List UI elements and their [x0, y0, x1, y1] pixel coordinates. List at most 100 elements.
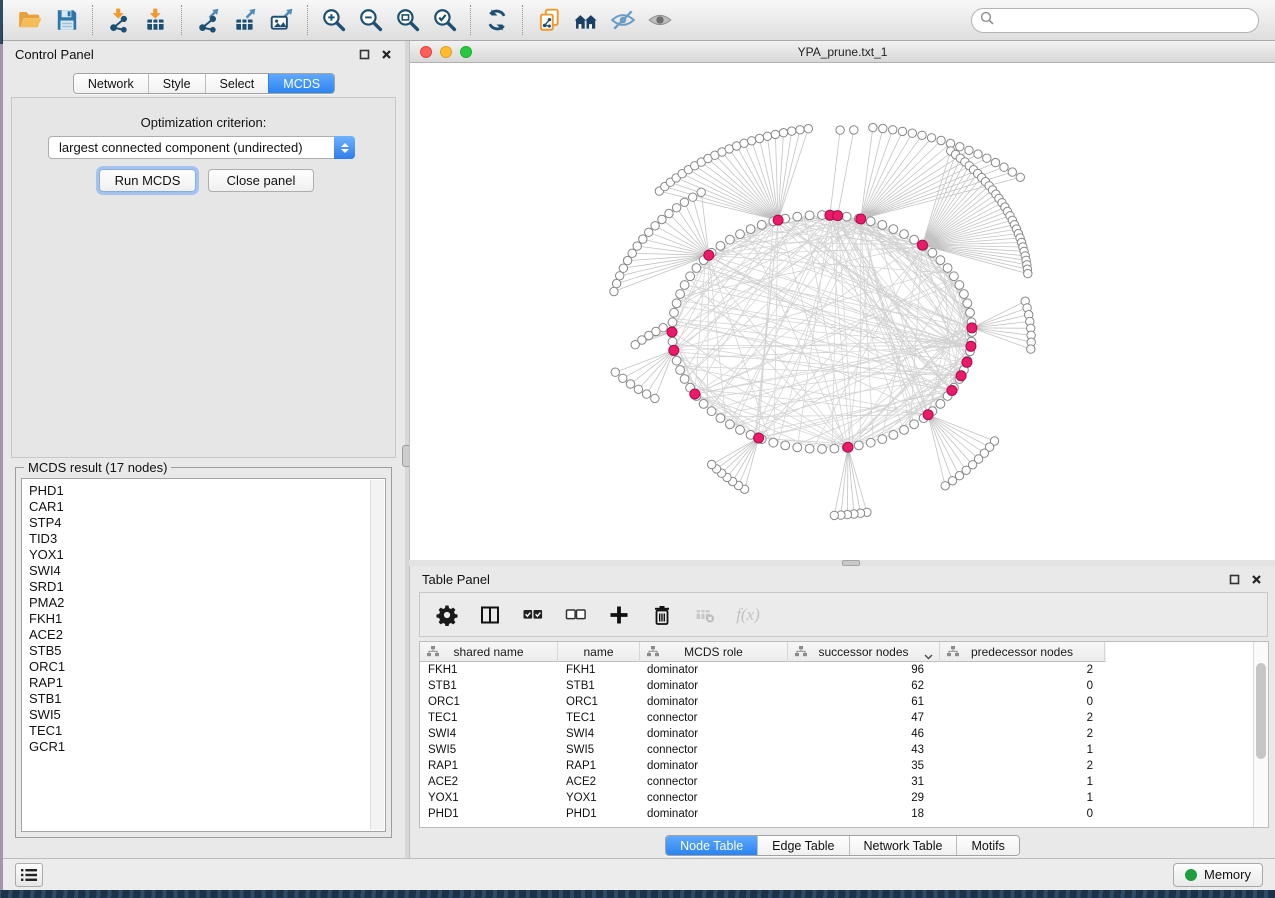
first-neighbors-icon[interactable] [567, 3, 604, 37]
table-row[interactable]: SWI5SWI5connector431 [420, 742, 1268, 758]
tab-style[interactable]: Style [148, 74, 205, 93]
copy-network-icon[interactable] [530, 3, 567, 37]
export-image-icon[interactable] [263, 3, 300, 37]
mcds-result-item[interactable]: SWI5 [29, 707, 385, 723]
columns-icon[interactable] [477, 602, 503, 628]
import-network-icon[interactable] [100, 3, 137, 37]
toolbar-separator [470, 5, 471, 35]
toolbar-separator [92, 5, 93, 35]
float-panel-icon[interactable] [357, 47, 371, 61]
mcds-list-scrollbar[interactable] [370, 480, 384, 830]
zoom-in-icon[interactable] [315, 3, 352, 37]
table-row[interactable]: FKH1FKH1dominator962 [420, 662, 1268, 678]
network-window-titlebar[interactable]: YPA_prune.txt_1 [410, 41, 1275, 63]
search-input[interactable] [994, 12, 1250, 28]
mcds-result-item[interactable]: STP4 [29, 515, 385, 531]
node-table[interactable]: shared namenameMCDS rolesuccessor nodesp… [419, 641, 1269, 828]
mcds-result-item[interactable]: YOX1 [29, 547, 385, 563]
mcds-result-item[interactable]: TEC1 [29, 723, 385, 739]
criterion-select[interactable]: largest connected component (undirected) [48, 136, 355, 159]
mcds-result-item[interactable]: ORC1 [29, 659, 385, 675]
select-all-icon[interactable] [520, 602, 546, 628]
cell-predecessors: 1 [940, 790, 1105, 806]
cell-role: connector [640, 710, 788, 726]
sort-chevron-icon [924, 649, 933, 663]
maximize-window-icon[interactable] [460, 46, 472, 58]
table-row[interactable]: SWI4SWI4dominator462 [420, 726, 1268, 742]
close-panel-button[interactable]: Close panel [208, 169, 314, 192]
mcds-result-item[interactable]: SWI4 [29, 563, 385, 579]
search-box[interactable] [971, 8, 1259, 33]
mcds-result-item[interactable]: STB1 [29, 691, 385, 707]
column-header-successor-nodes[interactable]: successor nodes [788, 642, 940, 662]
mcds-result-item[interactable]: CAR1 [29, 499, 385, 515]
minimize-window-icon[interactable] [440, 46, 452, 58]
zoom-out-icon[interactable] [352, 3, 389, 37]
table-row[interactable]: TEC1TEC1connector472 [420, 710, 1268, 726]
mcds-result-item[interactable]: GCR1 [29, 739, 385, 755]
close-panel-icon[interactable] [1249, 572, 1263, 586]
table-scrollbar[interactable] [1253, 642, 1268, 827]
delete-rows-icon[interactable] [649, 602, 675, 628]
tab-network[interactable]: Network [74, 74, 148, 93]
table-row[interactable]: YOX1YOX1connector291 [420, 790, 1268, 806]
export-network-icon[interactable] [189, 3, 226, 37]
gear-icon[interactable] [434, 602, 460, 628]
unselect-all-icon[interactable] [563, 602, 589, 628]
mcds-result-item[interactable]: RAP1 [29, 675, 385, 691]
cell-name: PHD1 [558, 806, 640, 822]
hide-selected-icon[interactable] [604, 3, 641, 37]
optimization-criterion-label: Optimization criterion: [12, 115, 395, 130]
namespace-icon [427, 646, 439, 660]
mcds-result-item[interactable]: PMA2 [29, 595, 385, 611]
import-table-icon[interactable] [137, 3, 174, 37]
column-header-MCDS-role[interactable]: MCDS role [640, 642, 788, 662]
mcds-result-item[interactable]: ACE2 [29, 627, 385, 643]
table-row[interactable]: ORC1ORC1dominator610 [420, 694, 1268, 710]
mcds-result-item[interactable]: STB5 [29, 643, 385, 659]
mcds-result-item[interactable]: PHD1 [29, 483, 385, 499]
table-row[interactable]: RAP1RAP1dominator352 [420, 758, 1268, 774]
tab-mcds[interactable]: MCDS [268, 74, 334, 93]
mcds-result-item[interactable]: TID3 [29, 531, 385, 547]
tab-motifs[interactable]: Motifs [956, 836, 1018, 855]
tab-network-table[interactable]: Network Table [849, 836, 957, 855]
column-header-name[interactable]: name [558, 642, 640, 662]
cell-shared_name: SWI5 [420, 742, 558, 758]
tab-select[interactable]: Select [205, 74, 269, 93]
refresh-icon[interactable] [478, 3, 515, 37]
cell-shared_name: ORC1 [420, 694, 558, 710]
cell-name: TEC1 [558, 710, 640, 726]
zoom-fit-icon[interactable] [389, 3, 426, 37]
cell-name: FKH1 [558, 662, 640, 678]
run-mcds-button[interactable]: Run MCDS [99, 169, 196, 192]
table-row[interactable]: STB1STB1dominator620 [420, 678, 1268, 694]
scrollbar-thumb[interactable] [1256, 663, 1266, 759]
close-window-icon[interactable] [420, 46, 432, 58]
save-icon[interactable] [48, 3, 85, 37]
cell-role: connector [640, 742, 788, 758]
open-folder-icon[interactable] [11, 3, 48, 37]
task-history-button[interactable] [15, 863, 43, 887]
mcds-result-list[interactable]: PHD1CAR1STP4TID3YOX1SWI4SRD1PMA2FKH1ACE2… [21, 478, 386, 832]
column-header-shared-name[interactable]: shared name [420, 642, 558, 662]
network-graph [410, 63, 1275, 560]
tab-edge-table[interactable]: Edge Table [757, 836, 848, 855]
table-row[interactable]: PHD1PHD1dominator180 [420, 806, 1268, 822]
network-canvas[interactable] [410, 63, 1275, 560]
add-column-icon[interactable] [606, 602, 632, 628]
close-panel-icon[interactable] [379, 47, 393, 61]
criterion-value: largest connected component (undirected) [49, 140, 334, 155]
show-all-icon[interactable] [641, 3, 678, 37]
memory-button[interactable]: Memory [1173, 863, 1263, 887]
tab-node-table[interactable]: Node Table [666, 836, 757, 855]
table-row[interactable]: ACE2ACE2connector311 [420, 774, 1268, 790]
cell-successors: 46 [788, 726, 940, 742]
mcds-result-item[interactable]: SRD1 [29, 579, 385, 595]
mcds-tab-content: Optimization criterion: largest connecte… [11, 97, 396, 458]
column-header-predecessor-nodes[interactable]: predecessor nodes [940, 642, 1105, 662]
zoom-selected-icon[interactable] [426, 3, 463, 37]
mcds-result-item[interactable]: FKH1 [29, 611, 385, 627]
float-panel-icon[interactable] [1227, 572, 1241, 586]
export-table-icon[interactable] [226, 3, 263, 37]
